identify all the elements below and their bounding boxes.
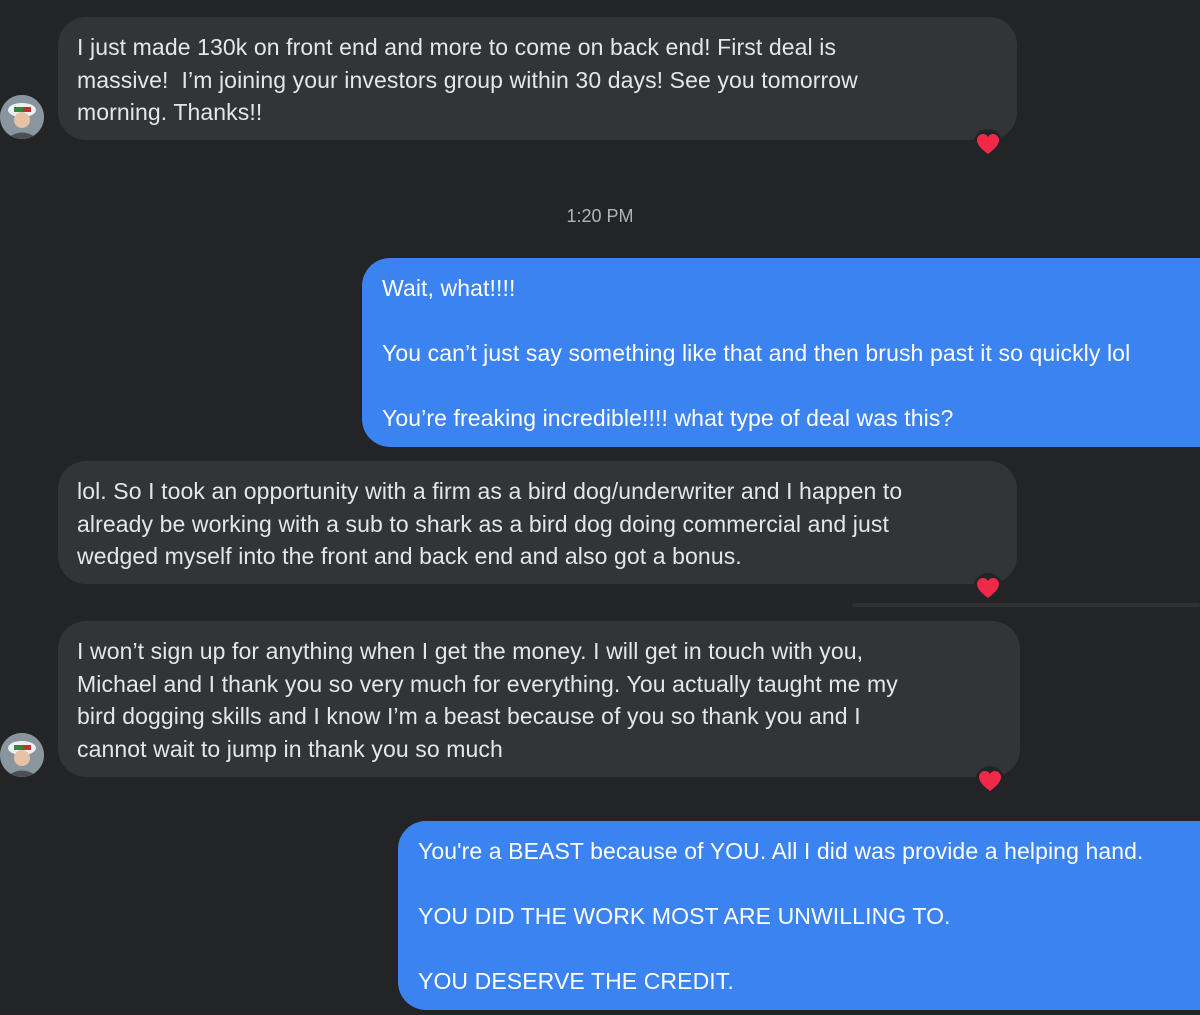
message-line: massive! I’m joining your investors grou… bbox=[77, 66, 858, 93]
message-line: wedged myself into the front and back en… bbox=[77, 543, 742, 570]
message-bubble[interactable]: I just made 130k on front end and more t… bbox=[58, 17, 1017, 140]
message-line: Wait, what!!!! bbox=[382, 275, 516, 301]
message-bubble[interactable]: Wait, what!!!! You can’t just say someth… bbox=[362, 258, 1200, 447]
heart-reaction-icon[interactable] bbox=[973, 573, 1003, 603]
message-line: You're a BEAST because of YOU. All I did… bbox=[418, 838, 1144, 864]
message-line: lol. So I took an opportunity with a fir… bbox=[77, 478, 903, 504]
message-line: already be working with a sub to shark a… bbox=[77, 510, 889, 537]
message-line: bird dogging skills and I know I’m a bea… bbox=[77, 703, 861, 730]
contact-avatar-icon[interactable] bbox=[0, 733, 44, 777]
message-bubble[interactable]: lol. So I took an opportunity with a fir… bbox=[58, 461, 1017, 584]
contact-avatar-icon[interactable] bbox=[0, 95, 44, 139]
thread-divider bbox=[852, 603, 1200, 607]
message-line: You’re freaking incredible!!!! what type… bbox=[382, 405, 954, 432]
message-line bbox=[418, 933, 1200, 966]
message-line: cannot wait to jump in thank you so much bbox=[77, 735, 503, 762]
message-line bbox=[382, 305, 1200, 338]
message-line bbox=[382, 370, 1200, 403]
message-line: YOU DESERVE THE CREDIT. bbox=[418, 968, 734, 995]
message-line: morning. Thanks!! bbox=[77, 99, 263, 126]
message-timestamp: 1:20 PM bbox=[566, 206, 634, 226]
message-bubble[interactable]: You're a BEAST because of YOU. All I did… bbox=[398, 821, 1200, 1010]
message-line: YOU DID THE WORK MOST ARE UNWILLING TO. bbox=[418, 903, 951, 930]
message-line: I just made 130k on front end and more t… bbox=[77, 34, 837, 60]
message-line: I won’t sign up for anything when I get … bbox=[77, 638, 864, 664]
message-line bbox=[418, 868, 1200, 901]
message-line: Michael and I thank you so very much for… bbox=[77, 670, 898, 697]
heart-reaction-icon[interactable] bbox=[973, 129, 1003, 159]
message-line: You can’t just say something like that a… bbox=[382, 340, 1131, 367]
message-bubble[interactable]: I won’t sign up for anything when I get … bbox=[58, 621, 1020, 777]
heart-reaction-icon[interactable] bbox=[975, 766, 1005, 796]
chat-thread: I just made 130k on front end and more t… bbox=[0, 0, 1200, 1015]
